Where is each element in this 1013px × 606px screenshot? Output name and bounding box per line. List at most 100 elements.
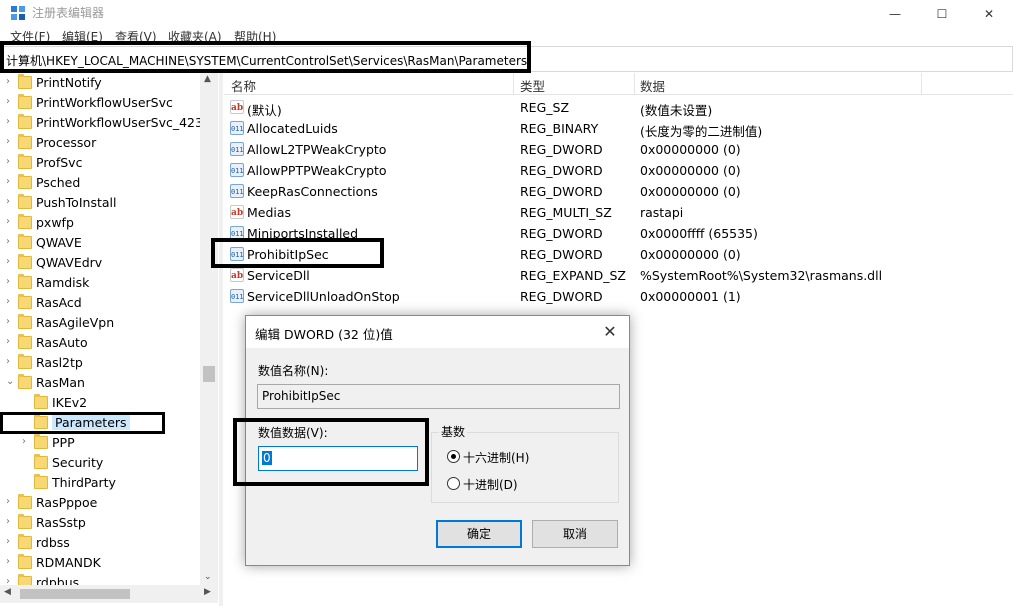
expand-chevron-icon[interactable]: › [6,556,16,570]
value-row[interactable]: 011 AllowL2TPWeakCrypto REG_DWORD 0x0000000… [224,139,1013,160]
tree-item[interactable]: › RasSstp [0,513,200,533]
column-separator[interactable] [921,73,922,95]
tree-item[interactable]: › PrintWorkflowUserSvc [0,93,200,113]
expand-chevron-icon[interactable]: › [6,96,16,110]
tree-item[interactable]: › PrintNotify [0,73,200,93]
column-separator[interactable] [513,73,514,95]
tree-item-label[interactable]: PushToInstall [36,195,116,210]
tree-item-label[interactable]: Psched [36,175,80,190]
tree-item-label[interactable]: PrintWorkflowUserSvc_4231c [36,115,218,130]
tree-item-label[interactable]: IKEv2 [52,395,87,410]
tree-scroll-thumb[interactable] [203,366,215,382]
scroll-down-icon[interactable]: ⌄ [204,572,212,582]
expand-chevron-icon[interactable]: › [6,136,16,150]
key-tree[interactable]: › PrintNotify › PrintWorkflowUserSvc › PrintW… [0,73,218,606]
tree-item[interactable]: › PPP [0,433,200,453]
tree-item[interactable]: › Ramdisk [0,273,200,293]
collapse-chevron-icon[interactable]: ⌄ [6,376,16,390]
tree-item[interactable]: › Psched [0,173,200,193]
expand-chevron-icon[interactable]: › [6,196,16,210]
expand-chevron-icon[interactable]: › [6,156,16,170]
tree-item-label[interactable]: Ramdisk [36,275,89,290]
expand-chevron-icon[interactable]: › [6,176,16,190]
cancel-button[interactable]: 取消 [532,520,618,548]
tree-item-label[interactable]: RasAgileVpn [36,315,114,330]
tree-item-label[interactable]: Security [52,455,103,470]
expand-chevron-icon[interactable]: › [6,536,16,550]
tree-item-label[interactable]: PrintNotify [36,75,102,90]
tree-item-label[interactable]: ThirdParty [52,475,116,490]
tree-hscroll-thumb[interactable] [20,589,130,599]
expand-chevron-icon[interactable]: › [6,296,16,310]
tree-item[interactable]: › RasAgileVpn [0,313,200,333]
column-header-name[interactable]: 名称 [231,76,256,95]
expand-chevron-icon[interactable]: › [6,236,16,250]
tree-item-label[interactable]: Rasl2tp [36,355,83,370]
scroll-left-icon[interactable]: ◀ [4,587,11,597]
column-header-data[interactable]: 数据 [640,76,665,95]
tree-item[interactable]: › Rasl2tp [0,353,200,373]
tree-item[interactable]: › rdbss [0,533,200,553]
close-button[interactable]: ✕ [966,0,1012,28]
ok-button[interactable]: 确定 [436,520,522,548]
tree-item[interactable]: ThirdParty [0,473,200,493]
tree-item[interactable]: › QWAVE [0,233,200,253]
value-row[interactable]: 011 KeepRasConnections REG_DWORD 0x00000000… [224,181,1013,202]
radio-decimal[interactable] [447,477,460,490]
radio-decimal-label[interactable]: 十进制(D) [463,476,518,493]
tree-item[interactable]: › PushToInstall [0,193,200,213]
tree-item[interactable]: › ProfSvc [0,153,200,173]
tree-item-label[interactable]: pxwfp [36,215,74,230]
expand-chevron-icon[interactable]: › [6,516,16,530]
tree-item-label[interactable]: RasAcd [36,295,82,310]
scroll-right-icon[interactable]: ▶ [204,587,211,597]
tree-item[interactable]: › RDMANDK [0,553,200,573]
expand-chevron-icon[interactable]: › [6,216,16,230]
tree-item-label[interactable]: RasAuto [36,335,88,350]
pane-splitter[interactable] [219,73,223,606]
value-row[interactable]: 011 AllowPPTPWeakCrypto REG_DWORD 0x0000000… [224,160,1013,181]
tree-item-label[interactable]: RasSstp [36,515,86,530]
tree-item-label[interactable]: RasPppoe [36,495,97,510]
minimize-button[interactable]: — [872,0,918,28]
expand-chevron-icon[interactable]: › [6,276,16,290]
value-row[interactable]: 011 ServiceDllUnloadOnStop REG_DWORD 0x0000… [224,286,1013,307]
column-header-type[interactable]: 类型 [520,76,545,95]
tree-item[interactable]: › PrintWorkflowUserSvc_4231c [0,113,218,133]
tree-item-label[interactable]: ProfSvc [36,155,82,170]
expand-chevron-icon[interactable]: › [22,436,32,450]
expand-chevron-icon[interactable]: › [6,256,16,270]
expand-chevron-icon[interactable]: › [6,116,16,130]
expand-chevron-icon[interactable]: › [6,316,16,330]
tree-item-label[interactable]: rdbss [36,535,70,550]
expand-chevron-icon[interactable]: › [6,336,16,350]
tree-item[interactable]: › RasPppoe [0,493,200,513]
expand-chevron-icon[interactable]: › [6,496,16,510]
expand-chevron-icon[interactable] [22,456,32,470]
tree-item-label[interactable]: RDMANDK [36,555,101,570]
tree-item[interactable]: › Processor [0,133,200,153]
tree-item[interactable]: ⌄ RasMan [0,373,200,393]
tree-vertical-scrollbar[interactable] [200,73,218,585]
dialog-close-icon[interactable]: ✕ [599,321,621,343]
value-row[interactable]: ab ServiceDll REG_EXPAND_SZ %SystemRoot%\Sy… [224,265,1013,286]
column-separator[interactable] [634,73,635,95]
tree-item-label[interactable]: Processor [36,135,96,150]
expand-chevron-icon[interactable]: › [6,76,16,90]
value-row[interactable]: ab Medias REG_MULTI_SZ rastapi [224,202,1013,223]
maximize-button[interactable]: ☐ [919,0,965,28]
expand-chevron-icon[interactable] [22,476,32,490]
radio-hexadecimal[interactable] [447,450,460,463]
tree-item[interactable]: › RasAcd [0,293,200,313]
tree-item-label[interactable]: PPP [52,435,75,450]
scroll-up-icon[interactable]: ▲ [204,74,211,84]
value-row[interactable]: ab (默认) REG_SZ (数值未设置) [224,97,1013,118]
expand-chevron-icon[interactable]: › [6,356,16,370]
tree-item[interactable]: › RasAuto [0,333,200,353]
radio-hexadecimal-label[interactable]: 十六进制(H) [463,449,529,466]
expand-chevron-icon[interactable] [22,396,32,410]
tree-item[interactable]: › QWAVEdrv [0,253,200,273]
tree-item-label[interactable]: QWAVE [36,235,82,250]
tree-item-label[interactable]: QWAVEdrv [36,255,102,270]
value-row[interactable]: 011 AllocatedLuids REG_BINARY (长度为零的二进制值) [224,118,1013,139]
